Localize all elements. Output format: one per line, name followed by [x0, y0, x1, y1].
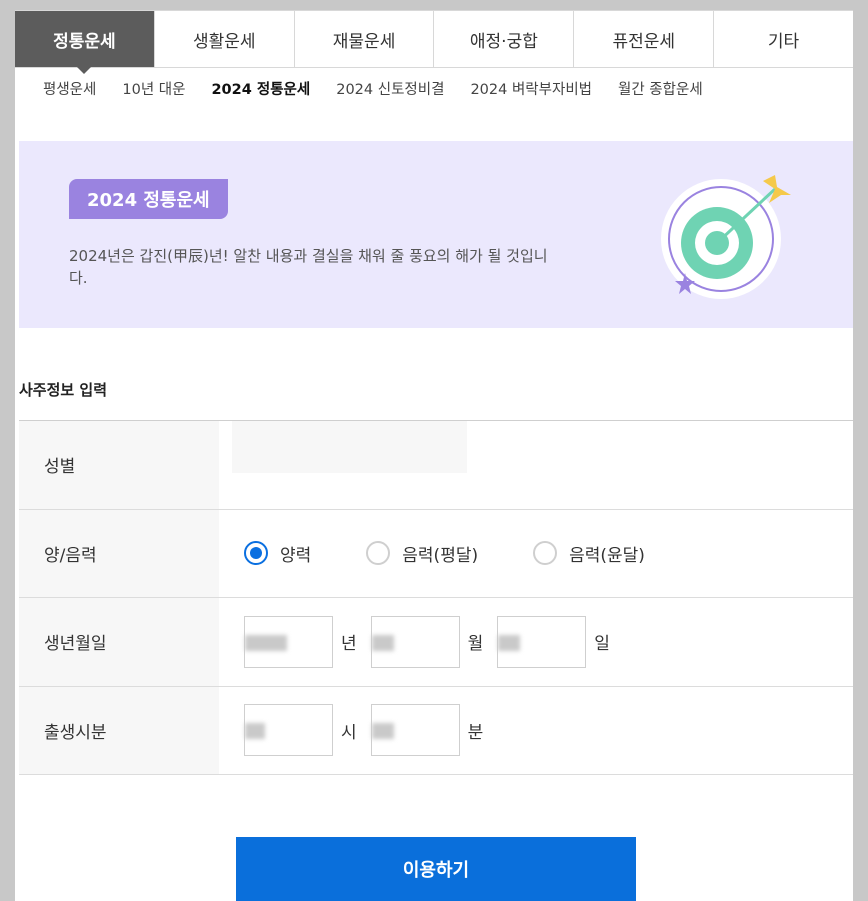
target-arrow-icon: [661, 175, 791, 299]
subnav-item-2024-traditional[interactable]: 2024 정통운세: [211, 78, 310, 100]
radio-solar-indicator[interactable]: [244, 541, 268, 566]
tab-love-compatibility[interactable]: 애정·궁합: [433, 11, 574, 67]
subnav-item-monthly[interactable]: 월간 종합운세: [618, 78, 703, 100]
form-row-gender: 성별: [19, 420, 853, 510]
birth-minute-input[interactable]: [370, 704, 460, 757]
day-blurred-value: [498, 634, 521, 651]
minute-unit: 분: [467, 722, 484, 743]
subnav-item-10year[interactable]: 10년 대운: [122, 78, 185, 100]
tab-traditional[interactable]: 정통운세: [15, 11, 154, 74]
hour-unit: 시: [341, 722, 357, 743]
saju-form: 성별 양/음력 양력 음력(평달) 음력(윤달) 생년월일 년 월 일 출생시분…: [19, 420, 853, 775]
year-unit: 년: [341, 634, 357, 655]
birth-day-input[interactable]: [497, 615, 587, 668]
day-unit: 일: [594, 634, 610, 655]
banner-title-badge: 2024 정통운세: [69, 179, 228, 219]
day-group: 일: [497, 615, 614, 668]
hour-group: 시: [244, 704, 361, 757]
service-banner: 2024 정통운세 2024년은 갑진(甲辰)년! 알찬 내용과 결실을 채워 …: [19, 141, 853, 328]
gender-label: 성별: [19, 421, 219, 509]
radio-lunar-normal[interactable]: 음력(평달): [366, 541, 478, 566]
year-blurred-value: [245, 634, 287, 651]
form-row-birthtime: 출생시분 시 분: [19, 686, 853, 775]
birthtime-field: 시 분: [219, 687, 853, 775]
sub-navigation: 평생운세 10년 대운 2024 정통운세 2024 신토정비결 2024 벼락…: [43, 78, 703, 100]
radio-solar-label: 양력: [280, 545, 312, 566]
radio-lunar-leap-indicator[interactable]: [533, 541, 558, 566]
form-row-birthdate: 생년월일 년 월 일: [19, 598, 853, 687]
subnav-item-2024-rich[interactable]: 2024 벼락부자비법: [470, 78, 592, 100]
tab-lifestyle[interactable]: 생활운세: [153, 11, 294, 67]
gender-select-box[interactable]: [232, 420, 467, 473]
banner-description: 2024년은 갑진(甲辰)년! 알찬 내용과 결실을 채워 줄 풍요의 해가 될…: [69, 247, 548, 287]
tab-etc[interactable]: 기타: [713, 11, 853, 67]
minute-group: 분: [370, 704, 488, 757]
gender-field: [219, 420, 853, 509]
month-unit: 월: [467, 634, 484, 655]
birth-hour-input[interactable]: [244, 704, 333, 757]
section-title-saju-input: 사주정보 입력: [19, 381, 108, 399]
radio-solar[interactable]: 양력: [244, 541, 311, 566]
birth-year-input[interactable]: [244, 615, 333, 668]
form-row-calendar: 양/음력 양력 음력(평달) 음력(윤달): [19, 509, 853, 598]
calendar-radio-group: 양력 음력(평달) 음력(윤달): [244, 541, 700, 566]
radio-lunar-normal-label: 음력(평달): [402, 545, 479, 566]
hour-blurred-value: [245, 723, 265, 740]
birth-month-input[interactable]: [370, 615, 460, 668]
birthdate-label: 생년월일: [19, 598, 219, 686]
page-frame: 정통운세 생활운세 재물운세 애정·궁합 퓨전운세 기타 평생운세 10년 대운…: [15, 10, 853, 901]
subnav-item-2024-tojeong[interactable]: 2024 신토정비결: [336, 78, 444, 100]
month-group: 월: [370, 615, 488, 668]
radio-lunar-leap-label: 음력(윤달): [569, 545, 645, 566]
year-group: 년: [244, 615, 361, 668]
minute-blurred-value: [371, 723, 394, 740]
category-tabs: 정통운세 생활운세 재물운세 애정·궁합 퓨전운세 기타: [15, 10, 853, 74]
calendar-label: 양/음력: [19, 509, 219, 597]
birthtime-label: 출생시분: [19, 686, 219, 774]
month-blurred-value: [371, 634, 394, 651]
radio-lunar-normal-indicator[interactable]: [366, 541, 391, 566]
radio-lunar-leap[interactable]: 음력(윤달): [533, 541, 645, 566]
submit-button[interactable]: 이용하기: [236, 837, 636, 901]
calendar-field: 양력 음력(평달) 음력(윤달): [219, 510, 853, 598]
tab-wealth[interactable]: 재물운세: [293, 11, 434, 67]
birthdate-field: 년 월 일: [219, 598, 853, 686]
tab-fusion[interactable]: 퓨전운세: [573, 11, 714, 67]
subnav-item-lifetime[interactable]: 평생운세: [43, 78, 96, 100]
